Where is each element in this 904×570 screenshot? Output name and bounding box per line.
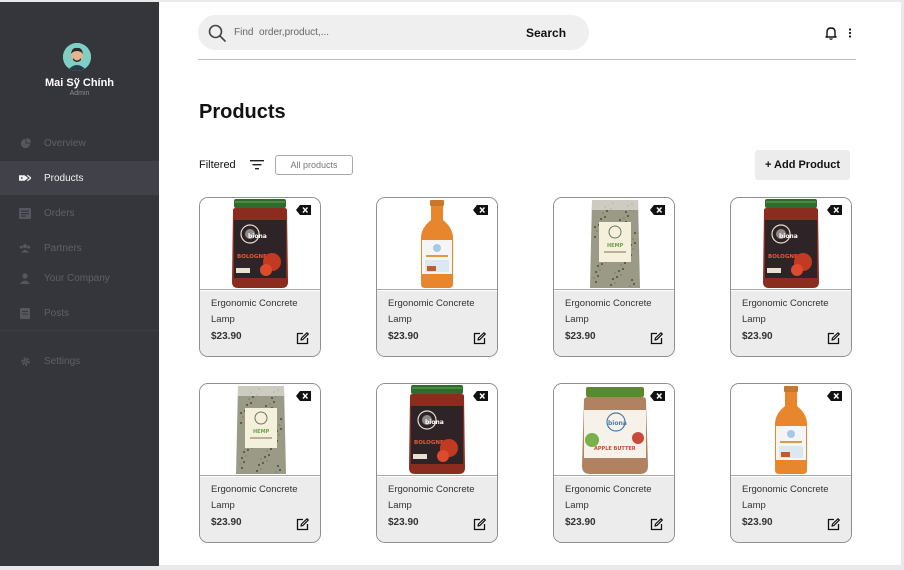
product-name: Ergonomic Concrete Lamp [742, 298, 829, 325]
delete-icon[interactable] [473, 391, 488, 401]
sidebar-item-orders[interactable]: Orders [0, 196, 159, 230]
product-info: Ergonomic Concrete Lamp $23.90 [731, 291, 851, 356]
product-name: Ergonomic Concrete Lamp [211, 484, 298, 511]
bell-icon[interactable] [825, 26, 837, 40]
search-icon[interactable] [208, 24, 226, 42]
delete-icon[interactable] [296, 205, 311, 215]
delete-icon[interactable] [650, 205, 665, 215]
product-name: Ergonomic Concrete Lamp [565, 298, 652, 325]
product-name: Ergonomic Concrete Lamp [565, 484, 652, 511]
nav-divider [0, 330, 159, 331]
product-price: $23.90 [742, 331, 773, 342]
search-input[interactable] [234, 27, 504, 38]
product-price: $23.90 [742, 517, 773, 528]
delete-icon[interactable] [827, 391, 842, 401]
product-card[interactable]: biona BOLOGNESE Ergonomic Concrete Lamp … [730, 197, 852, 357]
gear-icon [19, 355, 31, 367]
product-price: $23.90 [388, 331, 419, 342]
product-info: Ergonomic Concrete Lamp $23.90 [554, 477, 674, 542]
product-info: Ergonomic Concrete Lamp $23.90 [731, 477, 851, 542]
sidebar-item-partners[interactable]: Partners [0, 231, 159, 265]
product-price: $23.90 [388, 517, 419, 528]
sidebar-item-label: Orders [44, 207, 75, 219]
product-info: Ergonomic Concrete Lamp $23.90 [200, 291, 320, 356]
product-card[interactable]: HEMP Ergonomic Concrete Lamp $23.90 [199, 383, 321, 543]
sidebar-item-label: Partners [44, 242, 82, 254]
more-options-icon[interactable] [848, 28, 852, 38]
sidebar-item-settings[interactable]: Settings [0, 344, 159, 378]
main-content: Search Products Filtered All products + … [159, 2, 901, 565]
document-icon [19, 307, 31, 319]
product-name: Ergonomic Concrete Lamp [211, 298, 298, 325]
svg-text:biona: biona [779, 233, 798, 240]
sidebar-item-label: Posts [44, 307, 70, 319]
sidebar-item-label: Settings [44, 355, 81, 367]
product-card[interactable]: Ergonomic Concrete Lamp $23.90 [376, 197, 498, 357]
delete-icon[interactable] [827, 205, 842, 215]
sidebar-item-label: Overview [44, 137, 86, 149]
svg-text:HEMP: HEMP [253, 429, 270, 435]
page-title: Products [199, 101, 286, 123]
group-icon [19, 242, 31, 254]
delete-icon[interactable] [650, 391, 665, 401]
avatar[interactable] [63, 43, 91, 71]
search-button[interactable]: Search [526, 26, 566, 40]
product-name: Ergonomic Concrete Lamp [388, 298, 475, 325]
edit-icon[interactable] [650, 332, 663, 345]
product-info: Ergonomic Concrete Lamp $23.90 [554, 291, 674, 356]
sidebar-item-label: Products [44, 172, 84, 184]
user-role: Admin [69, 90, 90, 97]
product-card[interactable]: biona BOLOGNESE Ergonomic Concrete Lamp … [376, 383, 498, 543]
edit-icon[interactable] [827, 518, 840, 531]
sidebar-item-label: Your Company [44, 272, 110, 284]
list-icon [19, 207, 31, 219]
person-icon [19, 272, 31, 284]
product-info: Ergonomic Concrete Lamp $23.90 [377, 477, 497, 542]
product-price: $23.90 [211, 517, 242, 528]
product-card[interactable]: biona BOLOGNESE Ergonomic Concrete Lamp … [199, 197, 321, 357]
sidebar-item-your-company[interactable]: Your Company [0, 261, 159, 295]
filter-label: Filtered [199, 159, 236, 171]
product-card[interactable]: biona APPLE BUTTER Ergonomic Concrete La… [553, 383, 675, 543]
filter-icon[interactable] [250, 159, 264, 171]
user-name: Mai Sỹ Chính [44, 77, 115, 89]
product-card[interactable]: HEMP Ergonomic Concrete Lamp $23.90 [553, 197, 675, 357]
edit-icon[interactable] [296, 332, 309, 345]
product-price: $23.90 [565, 517, 596, 528]
svg-text:biona: biona [425, 419, 444, 426]
sidebar-item-posts[interactable]: Posts [0, 296, 159, 330]
sidebar: Mai Sỹ Chính Admin Overview Products Ord… [0, 2, 159, 566]
svg-text:APPLE BUTTER: APPLE BUTTER [594, 446, 636, 452]
product-name: Ergonomic Concrete Lamp [388, 484, 475, 511]
header-divider [198, 59, 856, 60]
pie-chart-icon [19, 137, 31, 149]
product-name: Ergonomic Concrete Lamp [742, 484, 829, 511]
sidebar-item-products[interactable]: Products [0, 161, 159, 195]
svg-text:HEMP: HEMP [607, 243, 624, 249]
product-price: $23.90 [565, 331, 596, 342]
product-info: Ergonomic Concrete Lamp $23.90 [200, 477, 320, 542]
sidebar-item-overview[interactable]: Overview [0, 126, 159, 160]
filter-chip[interactable]: All products [275, 155, 353, 175]
svg-text:biona: biona [608, 420, 627, 427]
delete-icon[interactable] [296, 391, 311, 401]
tag-icon [19, 172, 31, 184]
svg-text:biona: biona [248, 233, 267, 240]
product-info: Ergonomic Concrete Lamp $23.90 [377, 291, 497, 356]
product-card[interactable]: Ergonomic Concrete Lamp $23.90 [730, 383, 852, 543]
search-bar: Search [198, 15, 589, 50]
edit-icon[interactable] [650, 518, 663, 531]
edit-icon[interactable] [296, 518, 309, 531]
delete-icon[interactable] [473, 205, 488, 215]
edit-icon[interactable] [827, 332, 840, 345]
add-product-button[interactable]: + Add Product [755, 150, 850, 180]
edit-icon[interactable] [473, 332, 486, 345]
edit-icon[interactable] [473, 518, 486, 531]
product-price: $23.90 [211, 331, 242, 342]
